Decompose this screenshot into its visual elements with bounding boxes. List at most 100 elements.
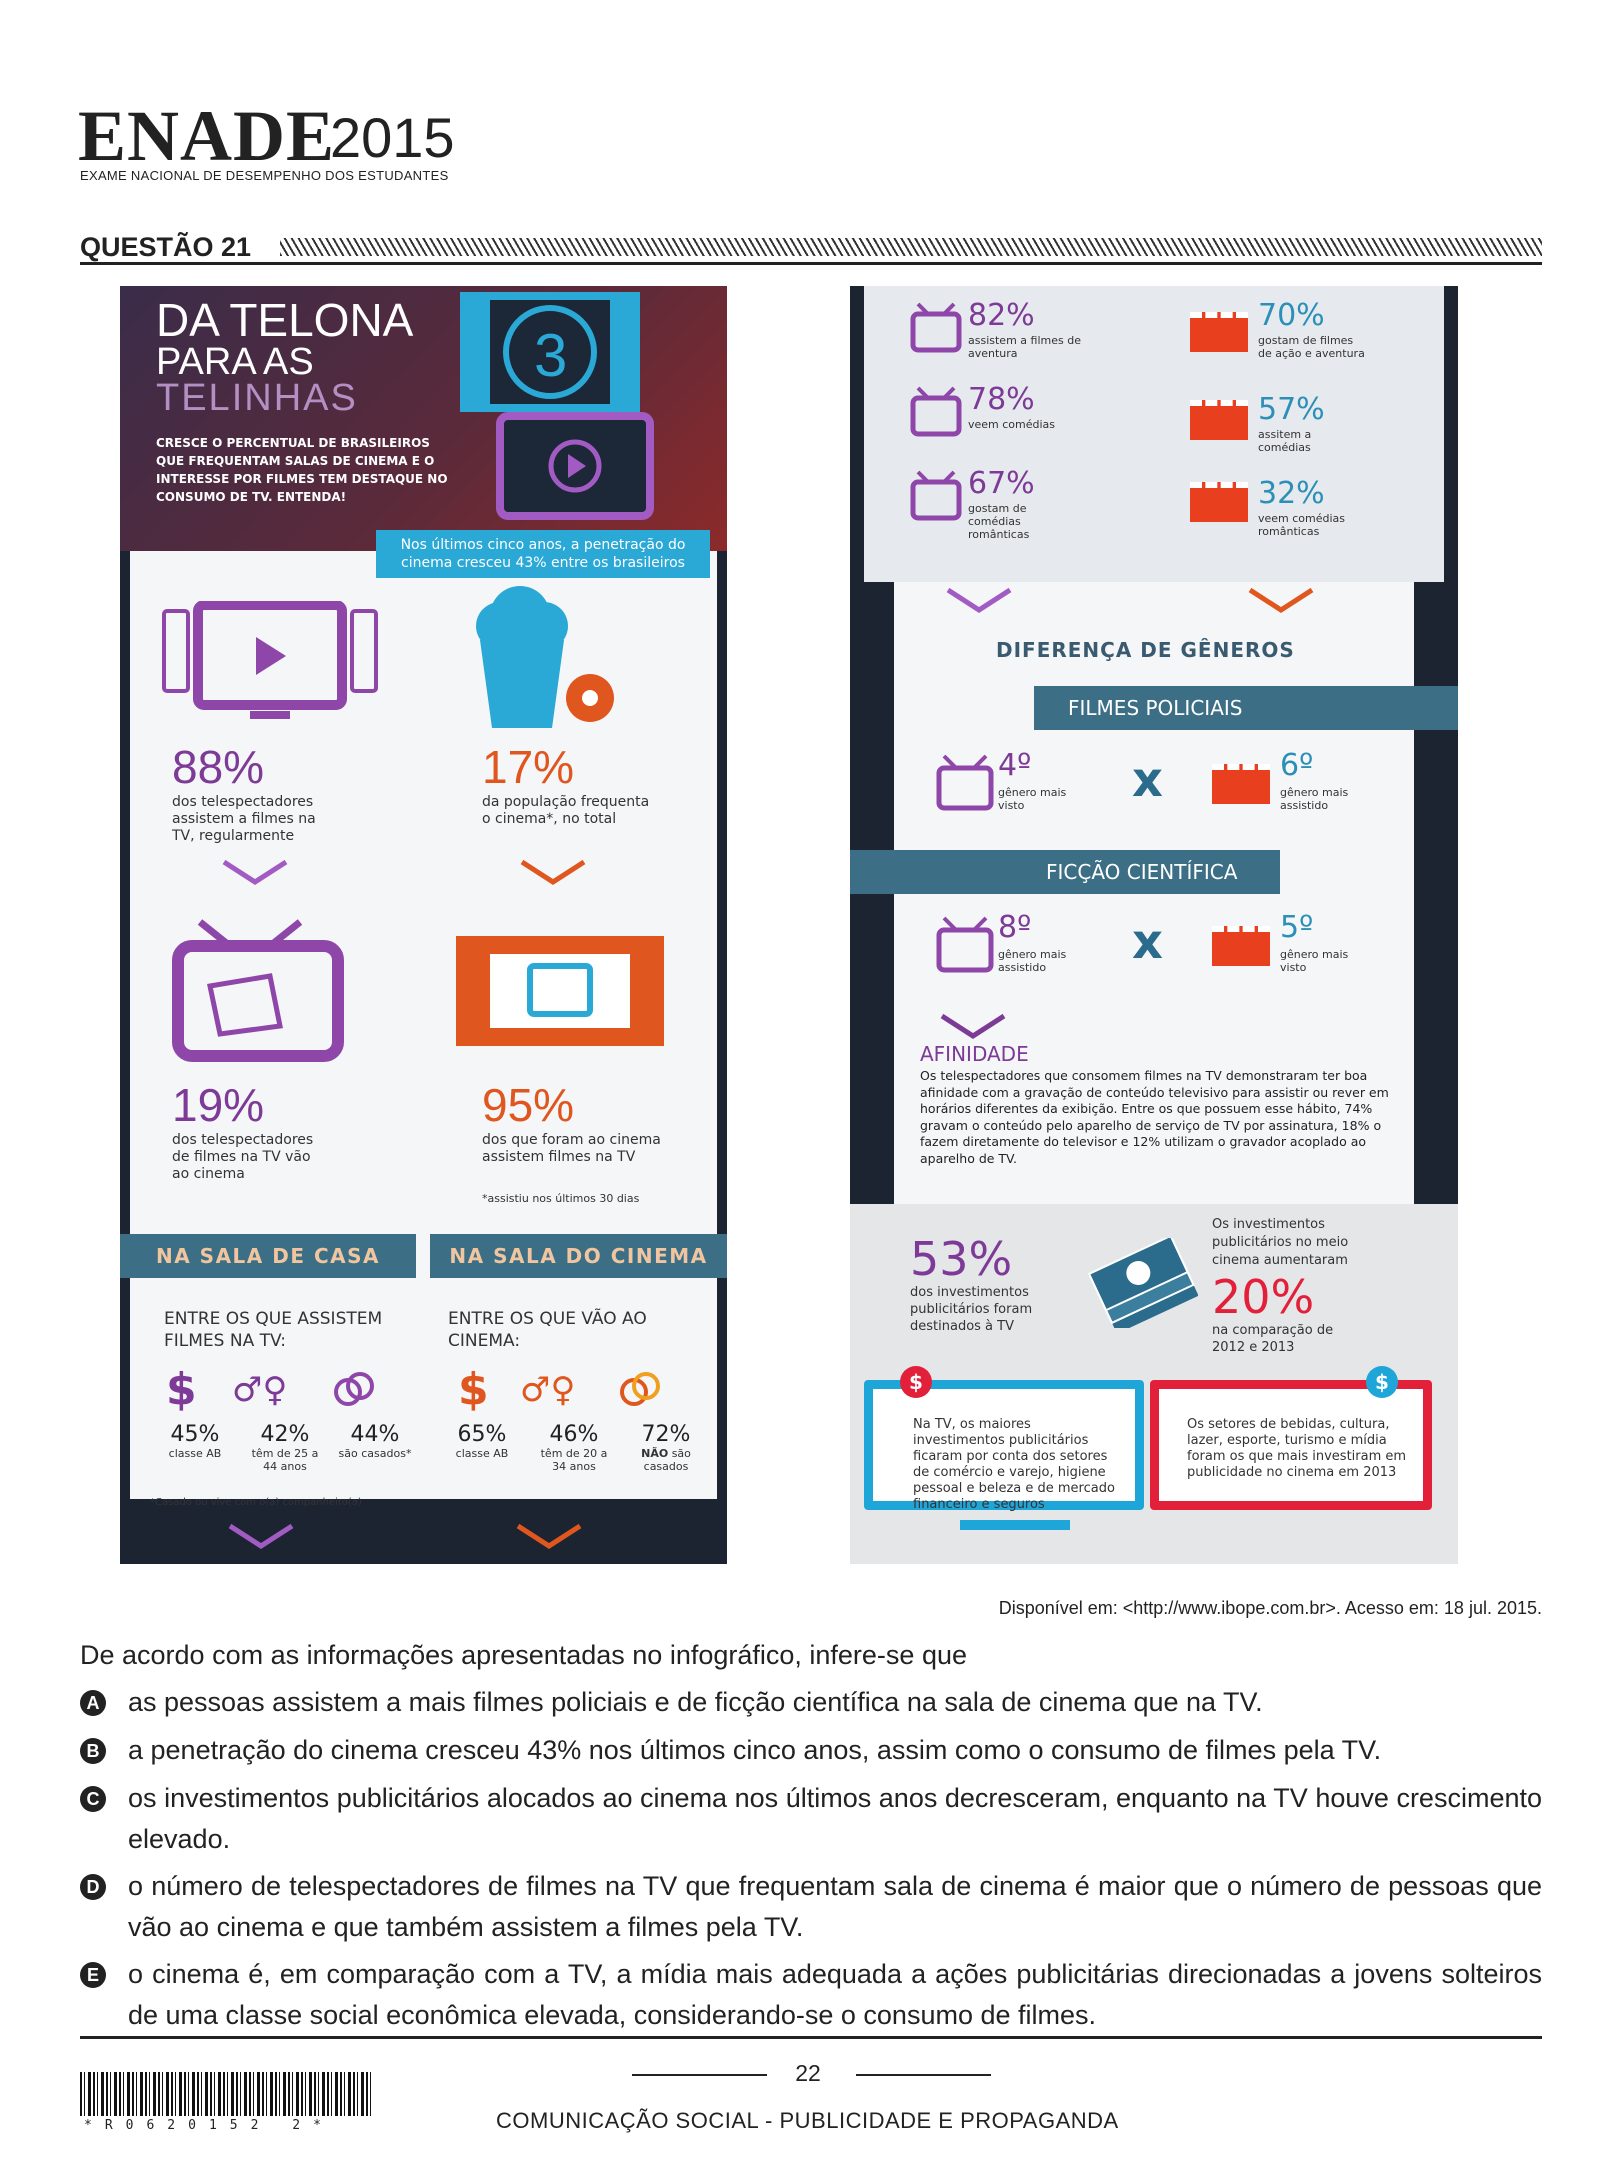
cine-pref-label: gostam de filmes de ação e aventura <box>1258 334 1365 360</box>
tv-icon <box>936 754 994 811</box>
film-strip-tv-icon <box>456 936 664 1046</box>
footer-rule <box>80 2036 1542 2039</box>
dollar-icon: $ <box>166 1364 197 1415</box>
stat-88: 88% <box>172 741 265 793</box>
police-cine-label: gênero mais assistido <box>1280 786 1349 812</box>
source-citation: Disponível em: <http://www.ibope.com.br>… <box>998 1598 1542 1618</box>
cinema-stat-label: têm de 20 a 34 anos <box>540 1447 608 1473</box>
cinema-stat-age: 46% têm de 20 a 34 anos <box>528 1422 620 1473</box>
stat-17: 17% <box>482 741 575 793</box>
cinema-stat-pct: 46% <box>549 1422 599 1447</box>
hatch-divider <box>280 238 1542 256</box>
band-cinema: NA SALA DO CINEMA <box>430 1234 727 1278</box>
option-letter: D <box>80 1874 106 1900</box>
tv-pref-label: veem comédias <box>968 418 1056 431</box>
cine-pref-pct: 57% <box>1258 392 1325 427</box>
money-stack-icon <box>1088 1238 1198 1328</box>
cine-pref-label: assitem a comédias <box>1258 428 1312 454</box>
band-home: NA SALA DE CASA <box>120 1234 416 1278</box>
option-letter: C <box>80 1786 106 1812</box>
cine-pref-pct: 32% <box>1258 476 1325 511</box>
title-line-3: TELINHAS <box>156 377 358 419</box>
inv-cine-head: Os investimentos publicitários no meio c… <box>1212 1217 1349 1268</box>
chevron-down-icon <box>520 859 586 885</box>
title-line-1: DA TELONA <box>156 294 414 346</box>
option-e[interactable]: Eo cinema é, em comparação com a TV, a m… <box>80 1954 1542 2036</box>
band-police: FILMES POLICIAIS <box>1034 686 1458 730</box>
home-stat-class: 45% classe AB <box>150 1422 240 1473</box>
afinidade-text: Os telespectadores que consomem filmes n… <box>920 1068 1389 1166</box>
option-text: o cinema é, em comparação com a TV, a mí… <box>128 1959 1542 2030</box>
logo-year: 2015 <box>330 106 455 169</box>
title-line-2: PARA AS <box>156 341 314 383</box>
option-text: os investimentos publicitários alocados … <box>128 1783 1542 1854</box>
clapperboard-icon <box>1212 764 1270 804</box>
cine-pref-label: veem comédias românticas <box>1258 512 1346 538</box>
chevron-down-icon <box>940 1013 1006 1039</box>
option-letter: A <box>80 1690 106 1716</box>
cinema-stat-pct: 65% <box>457 1422 507 1447</box>
inv-tv-text: dos investimentos publicitários foram de… <box>910 1285 1033 1334</box>
home-heading: ENTRE OS QUE ASSISTEM FILMES NA TV: <box>164 1309 383 1351</box>
monitor-stand <box>960 1520 1070 1530</box>
cinema-stat-bold: NÃO <box>641 1447 669 1460</box>
stat-17-text: da população frequenta o cinema*, no tot… <box>482 794 650 827</box>
barcode <box>80 2072 372 2116</box>
home-stat-pct: 45% <box>170 1422 220 1447</box>
option-d[interactable]: Do número de telespectadores de filmes n… <box>80 1866 1542 1948</box>
option-letter: B <box>80 1738 106 1764</box>
scifi-cine-label: gênero mais visto <box>1280 948 1349 974</box>
stat-88-text: dos telespectadores assistem a filmes na… <box>172 794 316 844</box>
option-letter: E <box>80 1962 106 1988</box>
film-countdown-icon: 3 <box>460 292 654 520</box>
police-tv-rank: 4º <box>998 748 1032 783</box>
cine-invest-box: Os setores de bebidas, cultura, lazer, e… <box>1150 1380 1432 1510</box>
stat-19-text: dos telespectadores de filmes na TV vão … <box>172 1132 314 1182</box>
popcorn-icon <box>476 586 614 728</box>
option-text: as pessoas assistem a mais filmes polici… <box>128 1687 1263 1717</box>
option-a[interactable]: Aas pessoas assistem a mais filmes polic… <box>80 1682 1542 1723</box>
stat-95-note: *assistiu nos últimos 30 dias <box>482 1192 640 1205</box>
home-stat-pct: 44% <box>350 1422 400 1447</box>
home-stat-label: têm de 25 a 44 anos <box>251 1447 319 1473</box>
home-stat-married: 44% são casados* <box>330 1422 420 1473</box>
cinema-stat-class: 65% classe AB <box>436 1422 528 1473</box>
question-stem: De acordo com as informações apresentada… <box>80 1640 967 1670</box>
scifi-tv-label: gênero mais assistido <box>998 948 1067 974</box>
rings-icon <box>620 1372 660 1406</box>
intro-text: CRESCE O PERCENTUAL DE BRASILEIROS QUE F… <box>156 436 448 504</box>
stat-95-text: dos que foram ao cinema assistem filmes … <box>482 1132 661 1165</box>
tv-icon <box>910 302 962 353</box>
police-compare: 4º gênero mais visto x 6º gênero mais as… <box>920 746 1400 846</box>
cine-invest-text: Os setores de bebidas, cultura, lazer, e… <box>1187 1417 1407 1480</box>
clapperboard-icon <box>1212 926 1270 966</box>
dollar-icon: $ <box>458 1364 489 1415</box>
option-text: o número de telespectadores de filmes na… <box>128 1871 1542 1942</box>
infographic-right: 82% assistem a filmes de aventura 78% ve… <box>850 286 1458 1564</box>
tv-pref-label: assistem a filmes de aventura <box>968 334 1081 360</box>
option-b[interactable]: Ba penetração do cinema cresceu 43% nos … <box>80 1730 1542 1771</box>
header-rule <box>80 262 1542 265</box>
inv-cine-pct: 20% <box>1212 1270 1315 1324</box>
clapperboard-icon <box>1190 400 1248 440</box>
option-c[interactable]: Cos investimentos publicitários alocados… <box>80 1778 1542 1860</box>
tv-invest-text: Na TV, os maiores investimentos publicit… <box>913 1417 1115 1512</box>
cinema-stat-pct: 72% <box>641 1422 691 1447</box>
tv-speakers-icon <box>162 601 378 719</box>
scifi-compare: 8º gênero mais assistido x 5º gênero mai… <box>920 908 1400 1008</box>
home-stat-label: são casados* <box>338 1447 412 1460</box>
versus-mark: x <box>1132 914 1163 970</box>
tv-icon <box>910 470 962 521</box>
cinema-stat-label: classe AB <box>455 1447 509 1460</box>
home-stats: 45% classe AB 42% têm de 25 a 44 anos 44% s… <box>150 1422 420 1473</box>
chevron-down-icon <box>516 1523 582 1549</box>
tv-pref-pct: 82% <box>968 298 1035 333</box>
stat-95: 95% <box>482 1079 575 1131</box>
scifi-cine-rank: 5º <box>1280 910 1314 945</box>
dollar-badge: $ <box>900 1366 932 1398</box>
tv-invest-box: Na TV, os maiores investimentos publicit… <box>864 1380 1144 1512</box>
footnote: *Casado ou vive com o(a) companheiro(a) <box>150 1497 362 1508</box>
cinema-heading: ENTRE OS QUE VÃO AO CINEMA: <box>448 1309 647 1351</box>
home-stat-label: classe AB <box>168 1447 222 1460</box>
inv-cine-text: na comparação de 2012 e 2013 <box>1212 1323 1334 1355</box>
